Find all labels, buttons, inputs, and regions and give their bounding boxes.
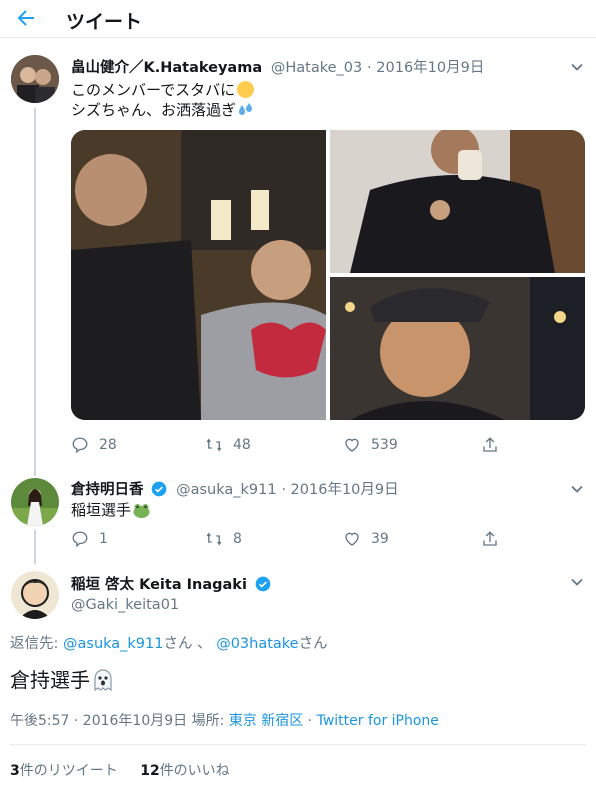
header: ツイート [0,0,596,38]
like-button[interactable]: 39 [343,530,389,548]
author-handle[interactable]: @asuka_k911 [176,482,276,498]
avatar[interactable] [11,571,59,619]
tweet-date[interactable]: 2016年10月9日 [291,482,399,498]
like-button[interactable]: 539 [343,436,398,454]
author-name[interactable]: 畠山健介／K.Hatakeyama [71,60,262,76]
reply-icon [72,531,88,548]
sweat-drops-emoji-icon [238,102,254,116]
back-arrow-icon[interactable] [14,6,38,30]
tweet-text: 倉持選手 [10,664,113,693]
verified-badge-icon [151,481,167,497]
tweet-timestamp: 午後5:57 · 2016年10月9日 場所: 東京 新宿区 · Twitter… [10,713,439,729]
reply-icon [72,437,88,454]
chevron-down-icon[interactable] [570,60,584,74]
share-icon [483,531,497,546]
chevron-down-icon[interactable] [570,575,584,589]
retweet-button[interactable]: 48 [205,436,251,454]
retweet-count-link[interactable]: 3件のリツイート [10,763,118,779]
replying-to: 返信先: @asuka_k911さん 、 @03hatakeさん [10,636,328,652]
location-link[interactable]: 東京 新宿区 [229,713,303,729]
photo-2[interactable] [330,130,585,273]
heart-icon [345,438,359,452]
divider [10,744,586,745]
author-handle[interactable]: @Gaki_keita01 [71,597,179,613]
avatar[interactable] [11,478,59,526]
reply-button[interactable]: 1 [71,530,108,548]
chevron-down-icon[interactable] [570,482,584,496]
reply-button[interactable]: 28 [71,436,117,454]
mention-link[interactable]: @asuka_k911 [63,636,163,652]
page-title: ツイート [66,11,143,33]
share-button[interactable] [481,530,499,548]
tweet-text: 稲垣選手 [71,500,150,520]
author-name[interactable]: 稲垣 啓太 Keita Inagaki [71,577,247,593]
photo-1[interactable] [71,130,326,420]
author-handle[interactable]: @Hatake_03 [271,60,362,76]
tweet-date[interactable]: 2016年10月9日 [376,60,484,76]
ghost-emoji-icon [93,669,113,692]
smile-emoji-icon [237,81,255,98]
author-name[interactable]: 倉持明日香 [71,482,144,498]
like-count-link[interactable]: 12件のいいね [140,763,229,779]
photo-3[interactable] [330,277,585,420]
heart-icon [345,532,359,546]
source-link[interactable]: Twitter for iPhone [317,713,439,729]
thread-line [34,108,36,476]
avatar[interactable] [11,55,59,103]
retweet-button[interactable]: 8 [205,530,242,548]
share-button[interactable] [481,436,499,454]
engagement-stats: 3件のリツイート 12件のいいね [10,760,230,780]
tweet-text: このメンバーでスタバに シズちゃん、お洒落過ぎ [71,80,255,120]
thread-line [34,530,36,564]
photo-grid[interactable] [71,130,585,420]
frog-emoji-icon [133,503,150,518]
share-icon [483,437,497,452]
retweet-icon [206,532,222,546]
verified-badge-icon [255,576,271,592]
tweet-hatakeyama[interactable]: 畠山健介／K.Hatakeyama @Hatake_03 · 2016年10月9… [0,38,596,476]
mention-link[interactable]: @03hatake [216,636,298,652]
retweet-icon [206,438,222,452]
